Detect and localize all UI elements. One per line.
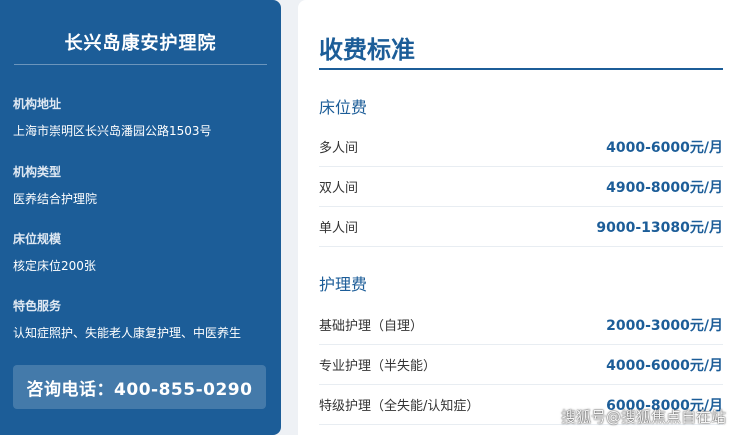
table-row: 单人间 9000-13080元/月 xyxy=(319,207,723,247)
fee-title: 收费标准 xyxy=(319,36,415,64)
address-label: 机构地址 xyxy=(13,97,62,111)
care-price: 4000-6000元/月 xyxy=(606,357,723,374)
table-row: 双人间 4900-8000元/月 xyxy=(319,167,723,207)
institution-name: 长兴岛康安护理院 xyxy=(64,33,217,54)
services-value: 认知症照护、失能老人康复护理、中医养生 xyxy=(13,326,242,340)
care-price: 2000-3000元/月 xyxy=(606,317,723,334)
address-value: 上海市崇明区长兴岛潘园公路1503号 xyxy=(13,124,212,138)
room-type: 多人间 xyxy=(319,141,359,156)
care-level: 基础护理（自理） xyxy=(319,319,424,334)
title-rule xyxy=(319,68,723,70)
fee-panel: 收费标准 床位费 多人间 4000-6000元/月 双人间 4900-8000元… xyxy=(298,0,740,435)
type-label: 机构类型 xyxy=(13,165,62,179)
room-type: 单人间 xyxy=(319,221,359,236)
room-price: 4900-8000元/月 xyxy=(606,179,723,196)
table-row: 多人间 4000-6000元/月 xyxy=(319,127,723,167)
sidebar-divider xyxy=(14,64,267,65)
room-price: 9000-13080元/月 xyxy=(596,219,723,236)
beds-label: 床位规模 xyxy=(13,232,62,246)
beds-value: 核定床位200张 xyxy=(13,259,96,273)
source-watermark: 搜狐号@搜狐焦点自在站 xyxy=(560,408,726,426)
services-label: 特色服务 xyxy=(13,299,62,313)
table-row: 基础护理（自理） 2000-3000元/月 xyxy=(319,305,723,345)
bed-fee-heading: 床位费 xyxy=(319,98,368,117)
consult-phone-button[interactable]: 咨询电话：400-855-0290 xyxy=(13,365,266,409)
type-value: 医养结合护理院 xyxy=(13,192,98,206)
room-price: 4000-6000元/月 xyxy=(606,139,723,156)
care-level: 特级护理（全失能/认知症） xyxy=(319,399,480,414)
room-type: 双人间 xyxy=(319,181,359,196)
institution-sidebar: 长兴岛康安护理院 机构地址 上海市崇明区长兴岛潘园公路1503号 机构类型 医养… xyxy=(0,0,281,435)
table-row: 专业护理（半失能） 4000-6000元/月 xyxy=(319,345,723,385)
care-fee-heading: 护理费 xyxy=(319,275,368,294)
care-level: 专业护理（半失能） xyxy=(319,359,437,374)
